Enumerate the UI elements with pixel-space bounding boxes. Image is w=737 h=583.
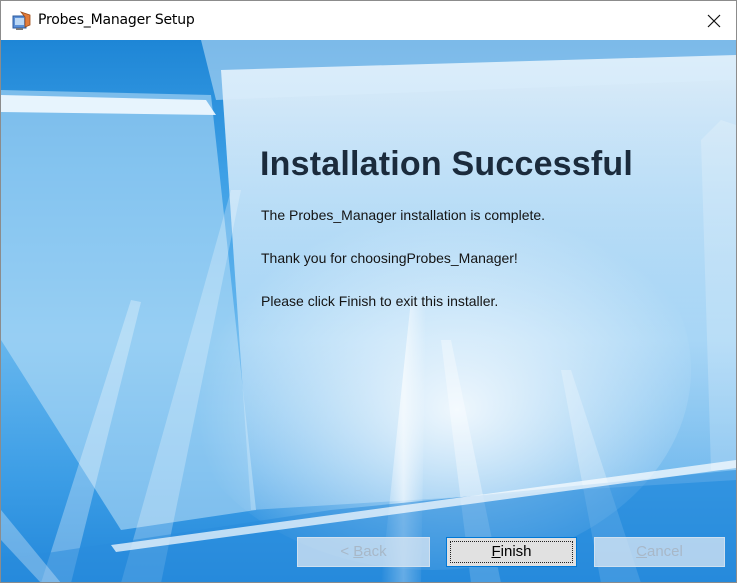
cancel-button-label: ancel	[646, 543, 683, 560]
back-button-label: ack	[363, 543, 387, 560]
completion-message: The Probes_Manager installation is compl…	[261, 207, 546, 223]
close-button[interactable]	[692, 1, 736, 40]
back-button-mnemonic: B	[353, 543, 364, 560]
close-icon	[707, 14, 721, 27]
finish-button-mnemonic: F	[491, 543, 501, 560]
page-title: Installation Successful	[260, 145, 634, 183]
back-button-prefix: <	[340, 543, 354, 560]
title-bar[interactable]: Probes_Manager Setup	[1, 1, 736, 40]
cancel-button-mnemonic: C	[636, 543, 647, 560]
back-button[interactable]: < Back	[297, 537, 430, 567]
thank-you-message: Thank you for choosingProbes_Manager!	[261, 250, 518, 266]
installer-app-icon	[12, 11, 32, 31]
installer-window: Probes_Manager Setup Installation Succes…	[0, 0, 737, 583]
finish-button-label: inish	[500, 543, 532, 560]
installer-content: Installation Successful The Probes_Manag…	[1, 40, 736, 582]
window-title: Probes_Manager Setup	[38, 12, 195, 28]
finish-button[interactable]: Finish	[446, 537, 577, 567]
exit-instruction: Please click Finish to exit this install…	[261, 293, 499, 309]
cancel-button[interactable]: Cancel	[594, 537, 725, 567]
background-graphic	[1, 40, 736, 582]
